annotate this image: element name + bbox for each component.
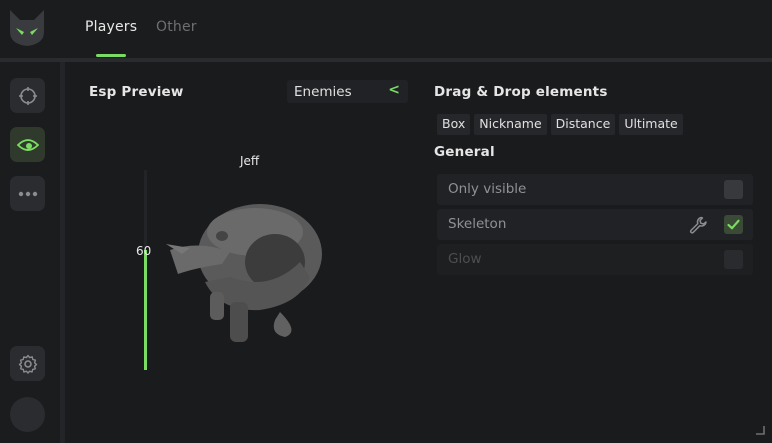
option-label: Skeleton [448, 216, 507, 232]
skeleton-checkbox[interactable] [724, 215, 743, 234]
option-glow: Glow [437, 244, 753, 275]
chip-nickname[interactable]: Nickname [474, 114, 547, 135]
chevron-left-icon: < [388, 82, 400, 98]
health-value: 60 [136, 244, 152, 258]
option-label: Only visible [448, 181, 527, 197]
resize-handle-icon[interactable] [755, 425, 765, 435]
health-bar-fill [144, 250, 147, 370]
sidebar-item-visuals[interactable] [10, 127, 45, 162]
header: Players Other [0, 0, 772, 58]
chip-ultimate[interactable]: Ultimate [619, 114, 683, 135]
glow-checkbox [724, 250, 743, 269]
esp-preview-title: Esp Preview [89, 84, 184, 100]
character-model-image [166, 204, 322, 342]
esp-element-chips: Box Nickname Distance Ultimate [437, 114, 683, 135]
app-window: Players Other Esp Preview Enemies < Jeff… [0, 0, 772, 443]
sidebar [0, 62, 56, 443]
wrench-icon[interactable] [688, 215, 708, 235]
only-visible-checkbox[interactable] [724, 180, 743, 199]
general-title: General [434, 144, 495, 160]
checkmark-icon [727, 219, 740, 230]
drag-drop-title: Drag & Drop elements [434, 84, 608, 100]
tab-other[interactable]: Other [156, 19, 197, 35]
sidebar-divider [60, 62, 65, 443]
option-skeleton[interactable]: Skeleton [437, 209, 753, 240]
chip-box[interactable]: Box [437, 114, 471, 135]
health-bar [144, 170, 147, 370]
crosshair-icon [18, 86, 37, 105]
active-tab-indicator [96, 54, 126, 57]
chip-distance[interactable]: Distance [550, 114, 616, 135]
sidebar-item-misc[interactable] [10, 176, 45, 211]
preview-player-name: Jeff [240, 154, 260, 168]
more-dots-icon [18, 191, 37, 196]
sidebar-item-settings[interactable] [10, 346, 45, 381]
header-divider [0, 58, 772, 62]
target-filter-select[interactable]: Enemies < [287, 80, 408, 103]
sidebar-item-aim[interactable] [10, 78, 45, 113]
gear-icon [18, 354, 37, 374]
eye-icon [16, 138, 39, 151]
avatar[interactable] [10, 397, 45, 432]
tab-players[interactable]: Players [85, 19, 137, 35]
cat-face-logo-icon [10, 10, 44, 46]
target-filter-value: Enemies [294, 84, 352, 100]
option-only-visible[interactable]: Only visible [437, 174, 753, 205]
option-label: Glow [448, 251, 482, 267]
